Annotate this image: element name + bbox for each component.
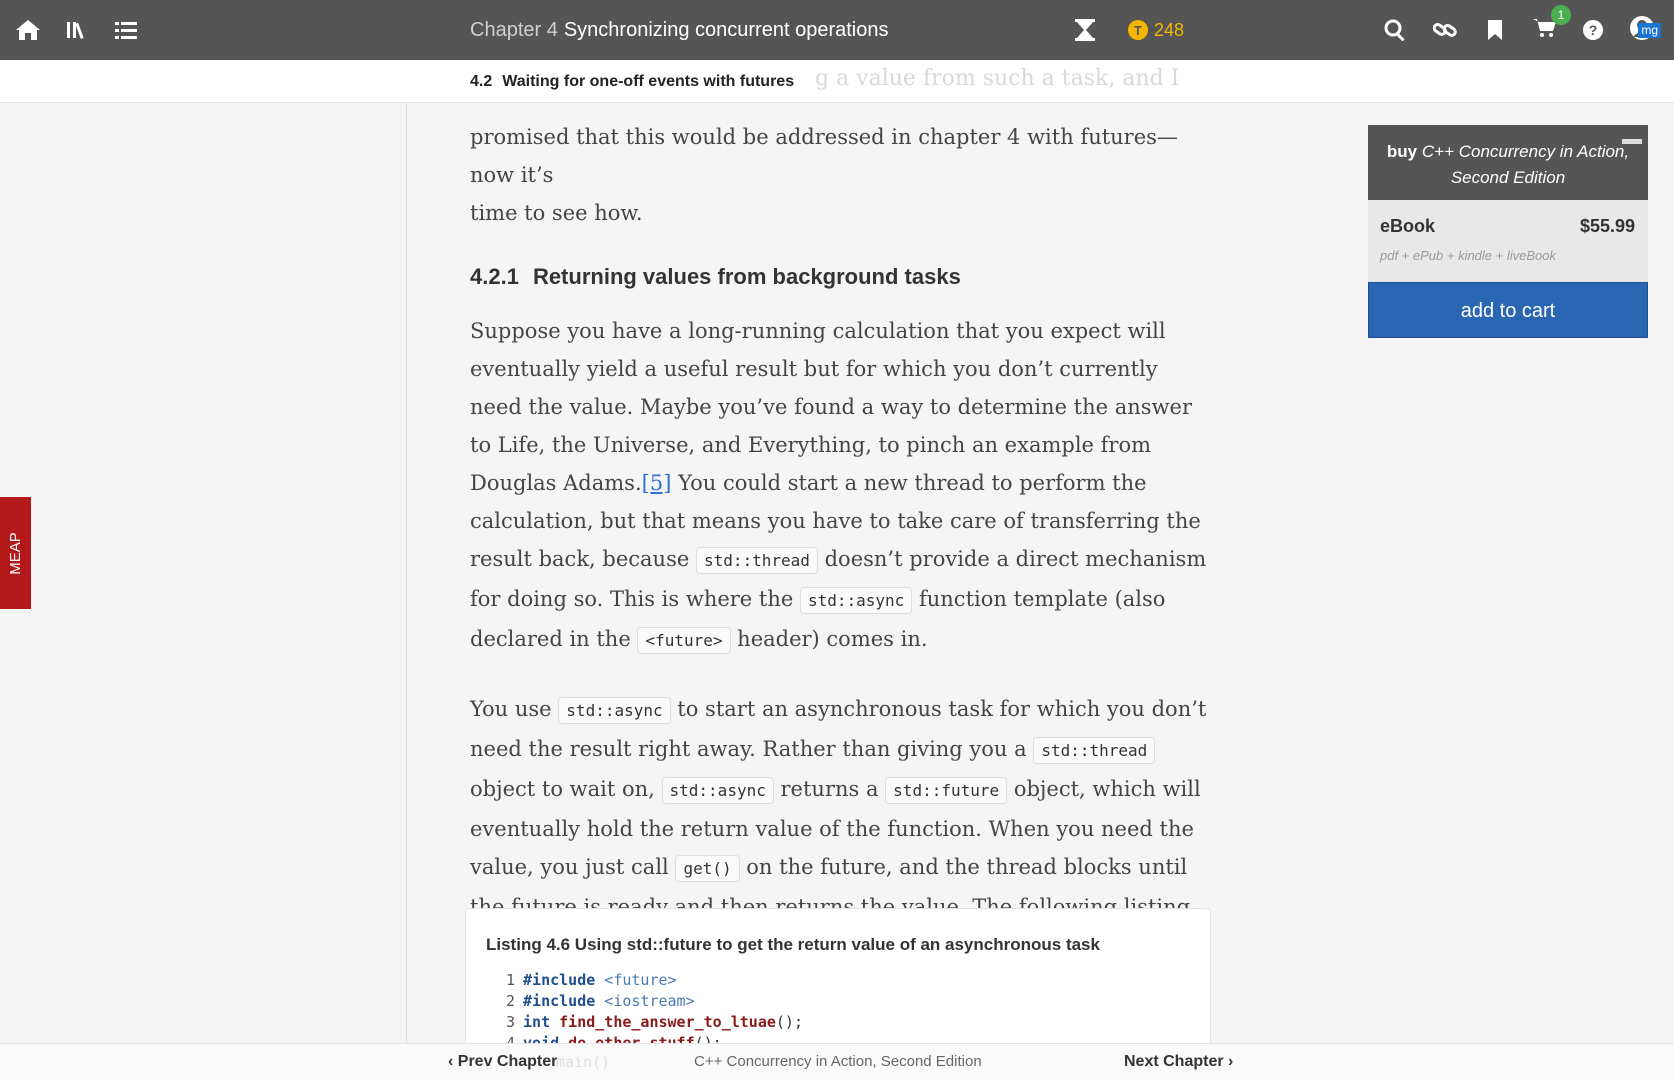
user-avatar-icon[interactable]: mg	[1622, 0, 1662, 60]
meap-tab[interactable]: MEAP	[0, 497, 31, 609]
next-chapter-label: Next Chapter	[1124, 1053, 1224, 1070]
scrolled-code-fragment: main()	[556, 1053, 611, 1071]
minimize-icon[interactable]	[1622, 139, 1642, 144]
intro-line: time to see how.	[470, 201, 643, 225]
subsection-number: 4.2.1	[470, 264, 519, 289]
listing-caption: Listing 4.6 Using std::future to get the…	[486, 935, 1100, 954]
intro-line: promised that this would be addressed in…	[470, 125, 1178, 187]
chevron-right-icon: ›	[1223, 1053, 1234, 1070]
code-line: 2 #include <iostream>	[506, 992, 695, 1010]
toc-list-icon[interactable]	[106, 0, 146, 60]
scrolled-text-fragment: g a value from such a task, and I	[815, 66, 1180, 91]
code-line: 1 #include <future>	[506, 971, 677, 989]
book-title: C++ Concurrency in Action, Second Editio…	[694, 1053, 982, 1070]
avatar-initials: mg	[1638, 22, 1661, 38]
inline-code: std::async	[799, 587, 913, 614]
hourglass-icon[interactable]	[1065, 0, 1105, 60]
token-balance[interactable]: T 248	[1128, 0, 1184, 60]
home-icon[interactable]	[8, 0, 48, 60]
add-to-cart-button[interactable]: add to cart	[1368, 282, 1648, 338]
ebook-price: $55.99	[1579, 216, 1635, 236]
bookmark-icon[interactable]	[1475, 0, 1515, 60]
inline-code: std::thread	[695, 547, 818, 574]
body-paragraph: Suppose you have a long-running calculat…	[470, 312, 1210, 660]
meap-label: MEAP	[7, 531, 25, 575]
intro-paragraph: promised that this would be addressed in…	[470, 118, 1210, 232]
code-listing: Listing 4.6 Using std::future to get the…	[465, 908, 1211, 1058]
reader-content: promised that this would be addressed in…	[470, 103, 1210, 964]
chevron-left-icon: ‹	[448, 1053, 458, 1070]
link-icon[interactable]	[1425, 0, 1465, 60]
code-line: 3 int find_the_answer_to_ltuae();	[506, 1013, 803, 1031]
inline-code: get()	[675, 855, 740, 882]
help-icon[interactable]: ?	[1573, 0, 1613, 60]
library-icon[interactable]	[56, 0, 96, 60]
buy-panel-header: buy C++ Concurrency in Action, Second Ed…	[1368, 125, 1648, 200]
buy-label: buy	[1386, 142, 1418, 161]
content-divider	[406, 103, 407, 1043]
inline-code: <future>	[637, 627, 731, 654]
ebook-label: eBook	[1380, 216, 1436, 236]
search-icon[interactable]	[1375, 0, 1415, 60]
prev-chapter-label: Prev Chapter	[457, 1053, 558, 1070]
prev-chapter-link[interactable]: ‹ Prev Chapter	[448, 1044, 557, 1079]
token-count: 248	[1154, 19, 1185, 40]
footnote-link[interactable]: [5]	[642, 471, 672, 495]
subsection-title: Returning values from background tasks	[532, 264, 961, 289]
next-chapter-link[interactable]: Next Chapter ›	[1124, 1044, 1233, 1079]
ebook-option[interactable]: eBook $55.99 pdf + ePub + kindle + liveB…	[1368, 200, 1648, 282]
section-title: Waiting for one-off events with futures	[502, 73, 795, 90]
inline-code: std::thread	[1033, 737, 1156, 764]
chapter-name: Synchronizing concurrent operations	[563, 19, 889, 41]
buy-book-title: C++ Concurrency in Action, Second Editio…	[1421, 142, 1630, 187]
subsection-heading: 4.2.1 Returning values from background ta…	[470, 264, 1210, 290]
chapter-navigation: ‹ Prev Chapter C++ Concurrency in Action…	[0, 1043, 1674, 1079]
cart-count-badge: 1	[1551, 4, 1571, 25]
top-toolbar: Chapter 4 Synchronizing concurrent operat…	[0, 0, 1674, 60]
inline-code: std::async	[661, 777, 774, 804]
section-number: 4.2	[470, 73, 493, 90]
chapter-title: Chapter 4 Synchronizing concurrent operat…	[470, 0, 888, 60]
cart-icon[interactable]: 1	[1525, 0, 1571, 60]
ebook-formats: pdf + ePub + kindle + liveBook	[1380, 248, 1556, 263]
inline-code: std::future	[885, 777, 1008, 804]
inline-code: std::async	[558, 697, 671, 724]
buy-panel: buy C++ Concurrency in Action, Second Ed…	[1368, 125, 1648, 338]
chapter-number: Chapter 4	[470, 19, 558, 41]
token-coin-icon: T	[1128, 20, 1148, 40]
svg-text:?: ?	[1589, 22, 1598, 38]
